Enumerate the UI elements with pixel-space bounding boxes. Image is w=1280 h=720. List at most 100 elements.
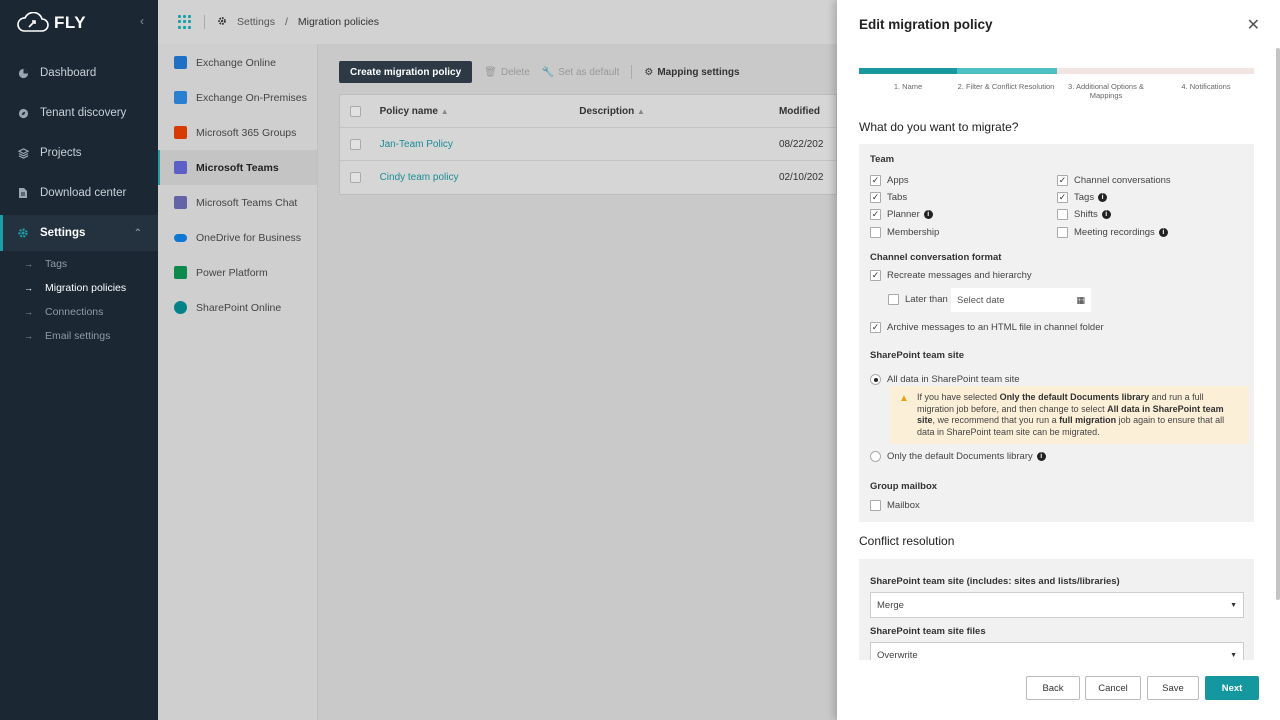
info-icon[interactable]: i [1098, 193, 1108, 202]
close-icon[interactable]: ✕ [1247, 15, 1260, 35]
nav-projects[interactable]: Projects [0, 135, 158, 171]
service-label: Exchange Online [196, 56, 276, 69]
conflict-options-box: SharePoint team site (includes: sites an… [859, 559, 1254, 660]
info-icon[interactable]: i [1036, 452, 1046, 461]
column-description[interactable]: Description ▲ [579, 106, 779, 117]
step-3-label[interactable]: 3. Additional Options & Mappings [1057, 82, 1155, 100]
arrow-right-icon: → [24, 331, 33, 341]
exchange-on-premises-icon [174, 91, 187, 104]
sub-nav-migration-policies[interactable]: → Migration policies [24, 278, 126, 298]
panel-scrollbar[interactable] [1276, 48, 1280, 600]
collapse-sidebar-icon[interactable]: ‹ [140, 14, 144, 28]
check-icon: ✓ [870, 322, 881, 333]
nav-dashboard[interactable]: Dashboard [0, 55, 158, 91]
nav-label: Dashboard [40, 67, 97, 79]
table-row: Cindy team policy 02/10/202 [340, 161, 836, 194]
service-microsoft-365-groups[interactable]: Microsoft 365 Groups [158, 115, 317, 150]
row-checkbox[interactable] [350, 138, 361, 150]
sub-nav-tags[interactable]: → Tags [24, 254, 67, 274]
delete-button[interactable]: 🗑 Delete [484, 67, 530, 78]
apps-checkbox[interactable]: ✓ Apps [870, 175, 909, 186]
nav-label: Projects [40, 147, 82, 159]
membership-checkbox[interactable]: Membership [870, 227, 939, 238]
next-button[interactable]: Next [1205, 676, 1259, 700]
step-2-label[interactable]: 2. Filter & Conflict Resolution [957, 82, 1055, 91]
channel-conversations-checkbox[interactable]: ✓ Channel conversations [1057, 175, 1171, 186]
date-picker-input[interactable]: Select date ▦ [951, 288, 1091, 312]
policy-table: Policy name ▲ Description ▲ Modified Jan… [339, 94, 837, 195]
tabs-checkbox[interactable]: ✓ Tabs [870, 192, 907, 203]
mapping-settings-label: Mapping settings [657, 66, 740, 78]
sp-conflict-select[interactable]: Merge ▼ [870, 592, 1244, 618]
nav-download-center[interactable]: Download center [0, 175, 158, 211]
set-as-default-button[interactable]: 🔧 Set as default [542, 67, 620, 78]
power-platform-icon [174, 266, 187, 279]
sub-nav-label: Connections [45, 306, 104, 318]
all-data-radio[interactable]: All data in SharePoint team site [870, 374, 1020, 385]
info-icon[interactable]: i [923, 210, 933, 219]
step-progress [859, 68, 1254, 74]
group-mailbox-label: Group mailbox [870, 481, 938, 492]
panel-title: Edit migration policy [859, 17, 993, 32]
save-button[interactable]: Save [1147, 676, 1199, 700]
policy-name-link[interactable]: Jan-Team Policy [380, 139, 580, 150]
mailbox-checkbox[interactable]: Mailbox [870, 500, 920, 511]
default-documents-radio[interactable]: Only the default Documents library i [870, 451, 1046, 462]
policy-modified: 02/10/202 [778, 172, 824, 183]
archive-messages-checkbox[interactable]: ✓ Archive messages to an HTML file in cha… [870, 322, 1104, 333]
service-exchange-online[interactable]: Exchange Online [158, 45, 317, 80]
later-than-checkbox[interactable]: Later than [888, 294, 948, 305]
sub-nav-label: Migration policies [45, 282, 127, 294]
cancel-button[interactable]: Cancel [1085, 676, 1141, 700]
select-all-checkbox[interactable] [350, 105, 361, 117]
main-sidebar: FLY ‹ Dashboard Tenant discovery Project… [0, 0, 158, 720]
tags-checkbox[interactable]: ✓ Tags i [1057, 192, 1108, 203]
arrow-right-icon: → [24, 307, 33, 317]
info-icon[interactable]: i [1158, 228, 1168, 237]
fly-logo: FLY [16, 10, 86, 36]
pie-chart-icon [16, 66, 30, 80]
panel-content: What do you want to migrate? Team ✓ Apps … [837, 108, 1276, 660]
shifts-checkbox[interactable]: Shifts i [1057, 209, 1111, 220]
trash-icon: 🗑 [484, 66, 497, 78]
back-button[interactable]: Back [1026, 676, 1080, 700]
service-label: Microsoft Teams [196, 161, 279, 174]
create-migration-policy-button[interactable]: Create migration policy [339, 61, 473, 83]
top-bar: Settings / Migration policies [158, 0, 837, 44]
row-checkbox[interactable] [350, 172, 361, 183]
logo-text: FLY [54, 13, 87, 32]
service-onedrive-for-business[interactable]: OneDrive for Business [158, 220, 317, 255]
nav-label: Download center [40, 187, 127, 199]
app-launcher-icon[interactable] [178, 15, 192, 29]
sub-nav-connections[interactable]: → Connections [24, 302, 103, 322]
breadcrumb-settings[interactable]: Settings [237, 16, 275, 28]
column-modified[interactable]: Modified [779, 106, 836, 117]
wrench-icon: 🔧 [541, 66, 555, 78]
conflict-section-title: Conflict resolution [859, 534, 955, 548]
set-default-label: Set as default [558, 66, 620, 78]
service-microsoft-teams-chat[interactable]: Microsoft Teams Chat [158, 185, 317, 220]
nav-tenant-discovery[interactable]: Tenant discovery [0, 95, 158, 131]
mapping-settings-button[interactable]: ⚙ Mapping settings [644, 67, 739, 78]
column-policy-name[interactable]: Policy name ▲ [380, 106, 580, 117]
layers-icon [16, 146, 30, 160]
compass-icon [16, 106, 30, 120]
sp-files-select[interactable]: Overwrite ▼ [870, 642, 1244, 660]
step-4-label[interactable]: 4. Notifications [1157, 82, 1255, 91]
planner-checkbox[interactable]: ✓ Planner i [870, 209, 933, 220]
info-icon[interactable]: i [1101, 210, 1111, 219]
step-1-label[interactable]: 1. Name [859, 82, 957, 91]
breadcrumb: Settings / Migration policies [217, 16, 379, 29]
service-sharepoint-online[interactable]: SharePoint Online [158, 290, 317, 325]
exchange-online-icon [174, 56, 187, 69]
service-exchange-on-premises[interactable]: Exchange On-Premises [158, 80, 317, 115]
meeting-recordings-checkbox[interactable]: Meeting recordings i [1057, 227, 1168, 238]
nav-settings[interactable]: Settings ⌃ [0, 215, 158, 251]
calendar-icon[interactable]: ▦ [1076, 295, 1085, 306]
onedrive-icon [174, 233, 187, 242]
service-power-platform[interactable]: Power Platform [158, 255, 317, 290]
policy-name-link[interactable]: Cindy team policy [380, 172, 580, 183]
recreate-messages-checkbox[interactable]: ✓ Recreate messages and hierarchy [870, 270, 1032, 281]
service-microsoft-teams[interactable]: Microsoft Teams [158, 150, 317, 185]
sub-nav-email-settings[interactable]: → Email settings [24, 326, 110, 346]
